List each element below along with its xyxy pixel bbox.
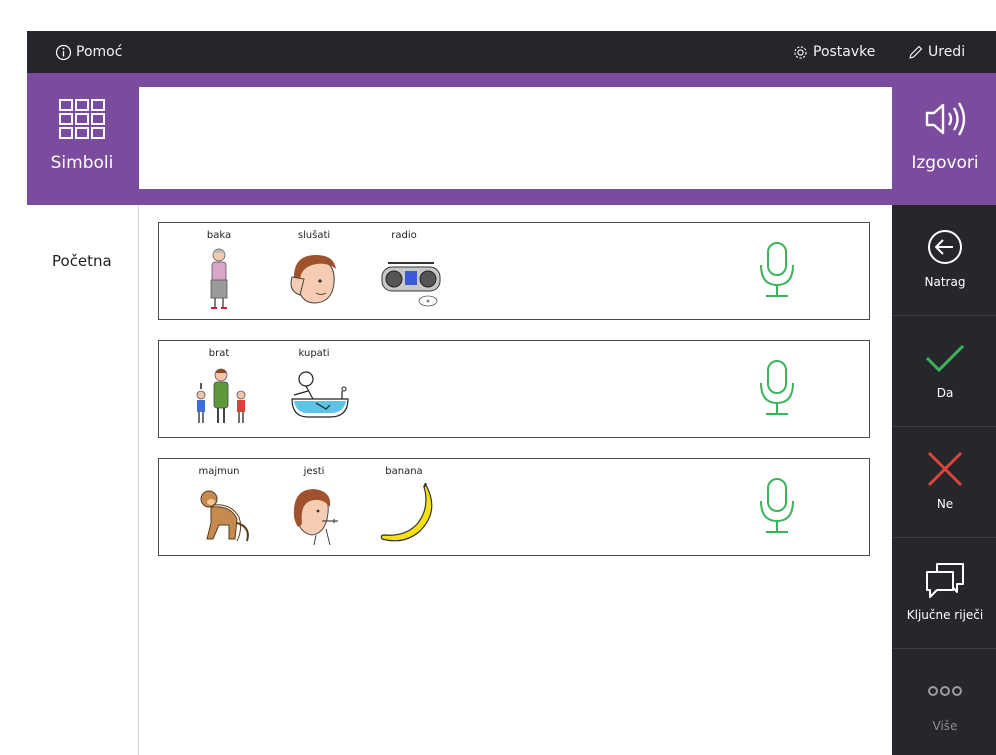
speak-label: Izgovori — [911, 153, 979, 173]
speaker-icon — [923, 99, 967, 143]
monkey-icon — [200, 490, 249, 542]
keywords-label: Ključne riječi — [906, 608, 984, 622]
symbol-word: kupati — [298, 348, 330, 359]
category-list: Početna — [27, 205, 139, 755]
speak-button[interactable]: Izgovori — [892, 73, 996, 205]
phrase-row[interactable]: brat kupati — [158, 340, 870, 438]
symbol-word: slušati — [297, 230, 331, 241]
phrase-row[interactable]: baka slušati radio — [158, 222, 870, 320]
symbol-word: brat — [208, 348, 230, 359]
symbol-tile: majmun — [179, 459, 259, 555]
cross-icon — [925, 449, 965, 489]
microphone-icon[interactable] — [757, 241, 797, 303]
symbol-tile: jesti — [274, 459, 354, 555]
category-home[interactable]: Početna — [52, 252, 112, 270]
symbol-tile: baka — [179, 223, 259, 319]
app-window: Pomoć Postavke Uredi Simboli Izgovori Po… — [27, 31, 996, 755]
gear-icon — [792, 44, 809, 61]
yes-button[interactable]: Da — [892, 316, 996, 427]
grid-icon — [59, 99, 105, 143]
phrase-row[interactable]: majmun jesti banana — [158, 458, 870, 556]
top-bar: Pomoć Postavke Uredi — [27, 31, 996, 73]
radio-icon — [381, 262, 441, 307]
symbol-tile: banana — [364, 459, 444, 555]
yes-label: Da — [936, 386, 954, 400]
symbol-word: radio — [391, 230, 417, 241]
symbol-tile: kupati — [274, 341, 354, 437]
back-label: Natrag — [924, 275, 966, 289]
speech-bubbles-icon — [923, 560, 967, 600]
symbol-tile: slušati — [274, 223, 354, 319]
brother-icon — [196, 368, 246, 423]
check-icon — [924, 338, 966, 378]
keywords-button[interactable]: Ključne riječi — [892, 538, 996, 649]
action-sidebar: Natrag Da Ne Ključne riječi Više — [892, 205, 996, 755]
pencil-icon — [907, 44, 924, 61]
symbol-word: banana — [385, 466, 423, 477]
microphone-icon[interactable] — [757, 477, 797, 539]
settings-label: Postavke — [813, 44, 876, 60]
help-label: Pomoć — [76, 44, 123, 60]
info-icon — [55, 44, 72, 61]
edit-button[interactable]: Uredi — [907, 31, 965, 73]
eat-icon — [293, 489, 338, 546]
edit-label: Uredi — [928, 44, 966, 60]
symbol-tile: brat — [179, 341, 259, 437]
more-dots-icon — [927, 671, 963, 711]
banana-icon — [380, 483, 433, 542]
symbols-label: Simboli — [50, 153, 114, 173]
symbol-word: baka — [206, 230, 232, 241]
message-band: Simboli Izgovori — [27, 73, 996, 205]
more-label: Više — [932, 719, 958, 733]
settings-button[interactable]: Postavke — [792, 31, 875, 73]
bathe-icon — [291, 371, 349, 418]
symbol-word: majmun — [198, 466, 240, 477]
back-button[interactable]: Natrag — [892, 205, 996, 316]
symbols-button[interactable]: Simboli — [27, 73, 137, 205]
message-bar[interactable] — [139, 87, 892, 189]
no-label: Ne — [936, 497, 954, 511]
no-button[interactable]: Ne — [892, 427, 996, 538]
phrase-list: baka slušati radio brat kupati majmun je… — [139, 205, 892, 755]
help-button[interactable]: Pomoć — [55, 31, 122, 73]
microphone-icon[interactable] — [757, 359, 797, 421]
back-arrow-icon — [925, 227, 965, 267]
listen-icon — [290, 255, 336, 304]
symbol-tile: radio — [364, 223, 444, 319]
more-button[interactable]: Više — [892, 649, 996, 755]
symbol-word: jesti — [303, 466, 325, 477]
grandmother-icon — [210, 248, 228, 309]
